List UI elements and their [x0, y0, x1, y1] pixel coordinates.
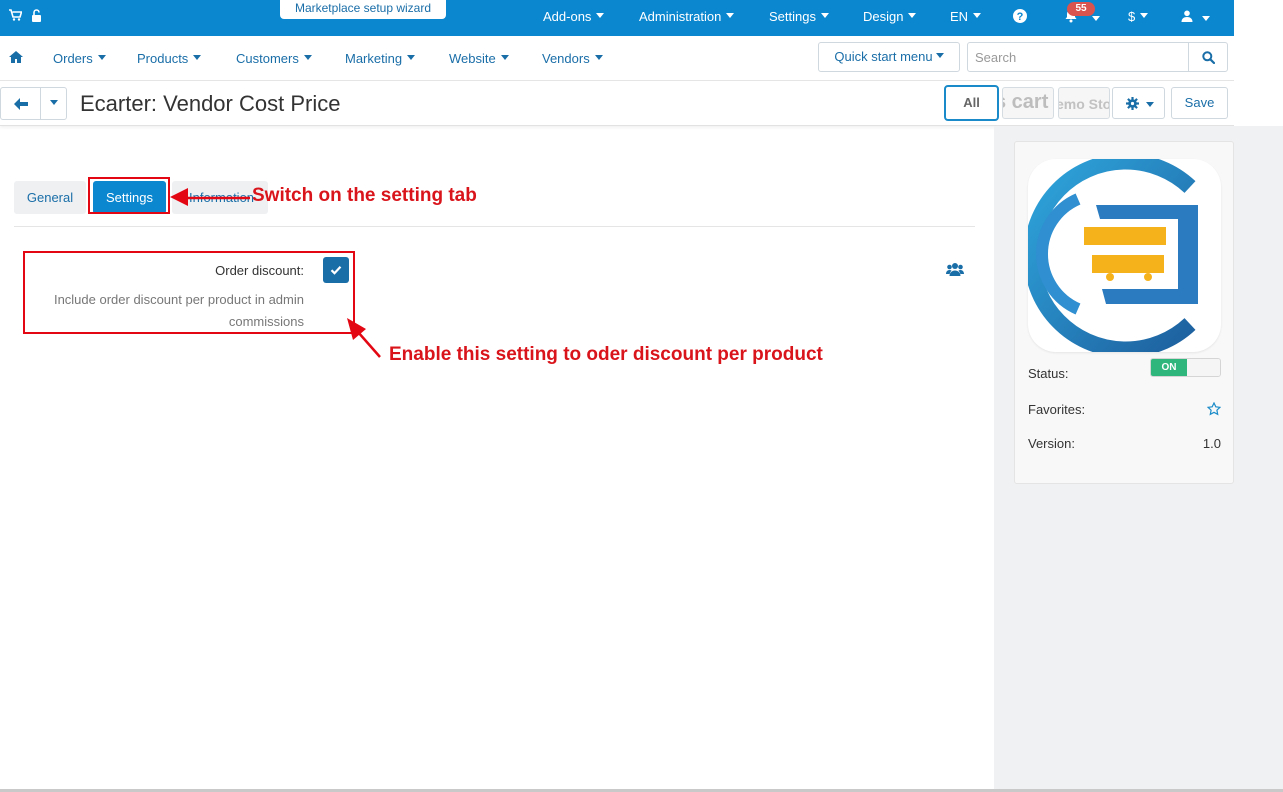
favorites-label: Favorites: — [1028, 402, 1086, 417]
status-label: Status: — [1028, 366, 1069, 381]
star-icon[interactable] — [1206, 401, 1222, 419]
version-value: 1.0 — [1202, 436, 1221, 451]
ecarter-logo-icon — [1028, 159, 1198, 352]
status-toggle-knob — [1187, 359, 1220, 376]
status-row: Status: ON — [1028, 358, 1221, 381]
addon-info-card: Status: ON Favorites: Version: 1.0 — [1014, 141, 1234, 484]
status-toggle[interactable]: ON — [1150, 358, 1221, 377]
version-label: Version: — [1028, 436, 1075, 451]
page: Marketplace setup wizard Add-ons Adminis… — [0, 0, 1283, 792]
annotation-tab-note: Switch on the setting tab — [252, 185, 477, 206]
annotation-setting-note: Enable this setting to oder discount per… — [389, 344, 823, 365]
addon-logo — [1028, 159, 1221, 352]
status-toggle-on-label: ON — [1151, 359, 1187, 376]
favorites-row: Favorites: — [1028, 401, 1222, 419]
version-row: Version: 1.0 — [1028, 436, 1221, 451]
arrow-setting — [347, 318, 381, 358]
arrow-tab — [170, 188, 250, 206]
